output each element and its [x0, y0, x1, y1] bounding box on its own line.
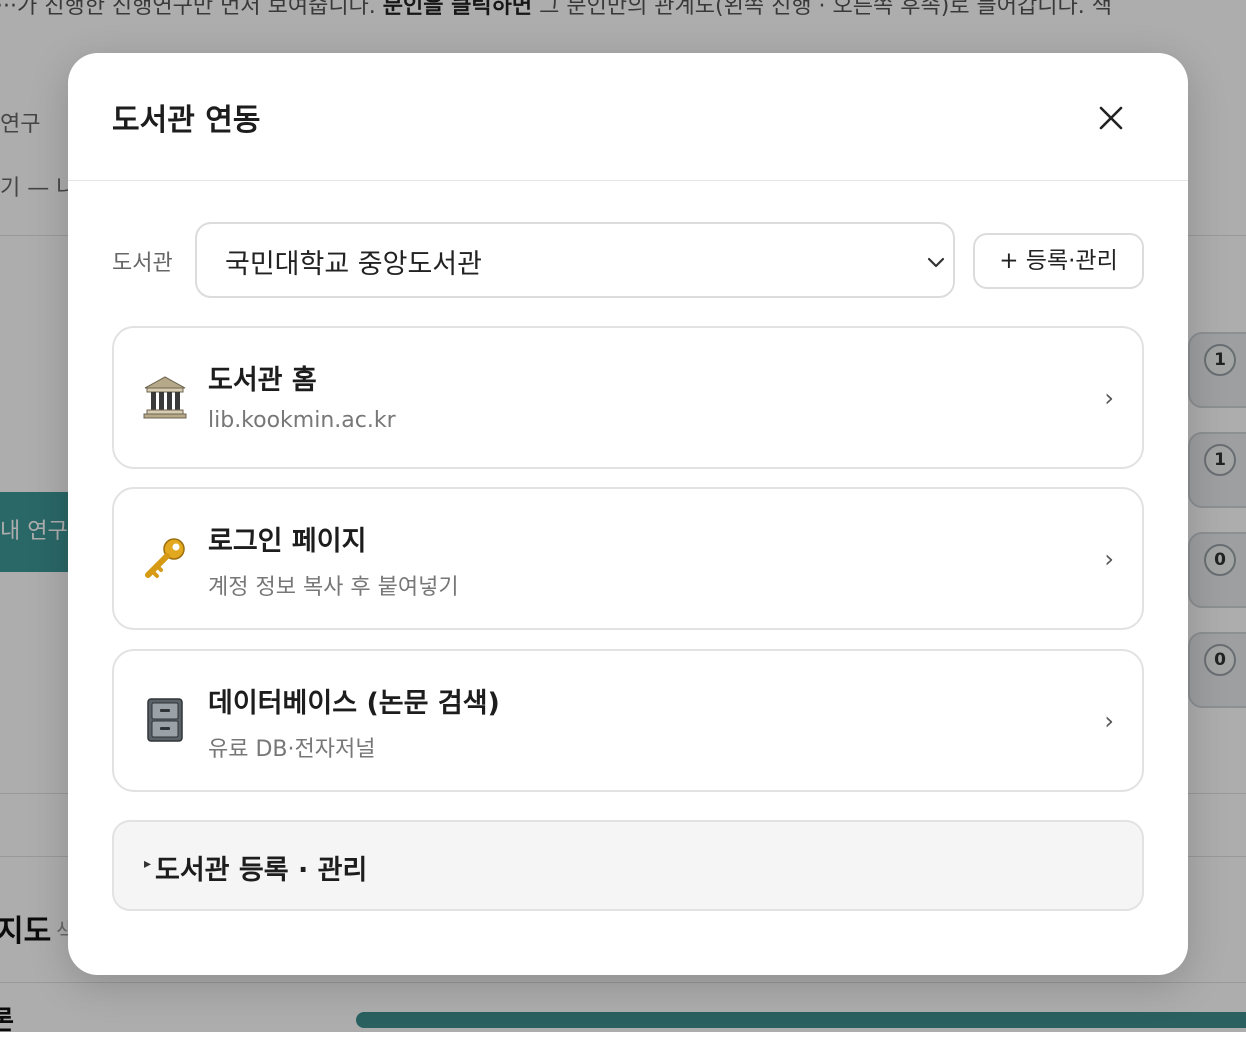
close-button[interactable] [1090, 97, 1132, 139]
file-cabinet-icon [147, 698, 183, 742]
chevron-right-icon: › [1104, 384, 1114, 412]
link-subtitle: 유료 DB·전자저널 [208, 737, 376, 762]
library-link-dialog: 도서관 연동 도서관 국민대학교 중앙도서관 + 등록·관리 도서관 홈 lib… [68, 53, 1188, 975]
details-label: 도서관 등록 · 관리 [155, 855, 368, 886]
disclosure-triangle-icon: ▸ [144, 856, 152, 872]
dialog-title: 도서관 연동 [112, 103, 261, 138]
database-link[interactable]: 데이터베이스 (논문 검색) 유료 DB·전자저널 › [112, 649, 1144, 792]
link-subtitle: lib.kookmin.ac.kr [208, 408, 396, 433]
register-manage-button[interactable]: + 등록·관리 [973, 233, 1144, 289]
close-icon [1099, 106, 1123, 130]
chevron-right-icon: › [1104, 545, 1114, 573]
link-subtitle: 계정 정보 복사 후 붙여넣기 [208, 575, 459, 600]
library-label: 도서관 [112, 251, 173, 276]
classical-building-icon [143, 376, 187, 419]
header-divider [68, 180, 1188, 181]
chevron-down-icon [927, 257, 945, 268]
chevron-right-icon: › [1104, 707, 1114, 735]
key-icon [145, 538, 185, 578]
login-page-link[interactable]: 로그인 페이지 계정 정보 복사 후 붙여넣기 › [112, 487, 1144, 630]
link-title: 로그인 페이지 [208, 526, 367, 557]
library-home-link[interactable]: 도서관 홈 lib.kookmin.ac.kr › [112, 326, 1144, 469]
library-select[interactable]: 국민대학교 중앙도서관 [195, 222, 955, 298]
link-title: 데이터베이스 (논문 검색) [208, 688, 500, 719]
library-select-value: 국민대학교 중앙도서관 [225, 249, 482, 280]
library-management-toggle[interactable]: ▸ 도서관 등록 · 관리 [112, 820, 1144, 911]
link-title: 도서관 홈 [208, 365, 317, 396]
